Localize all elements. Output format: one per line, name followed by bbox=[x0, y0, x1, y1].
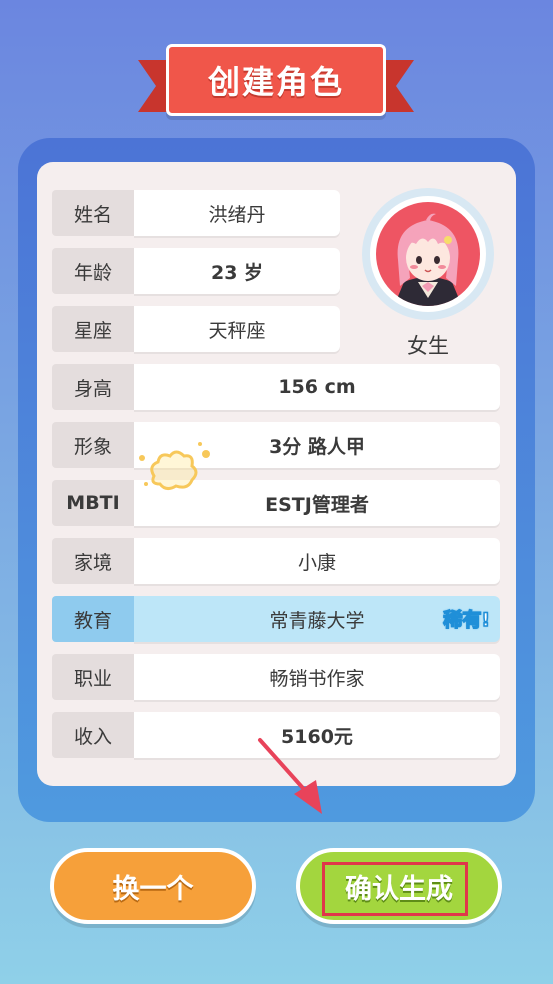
row-value: 畅销书作家 bbox=[134, 654, 500, 700]
row-family: 家境 小康 bbox=[52, 538, 500, 584]
row-label: 家境 bbox=[52, 538, 134, 584]
avatar bbox=[362, 188, 494, 320]
row-education: 教育 常青藤大学 稀有! bbox=[52, 596, 500, 642]
row-age: 年龄 23 岁 bbox=[52, 248, 340, 294]
row-height: 身高 156 cm bbox=[52, 364, 500, 410]
education-value: 常青藤大学 bbox=[269, 609, 365, 632]
row-value: 洪绪丹 bbox=[134, 190, 340, 236]
row-mbti: MBTI ESTJ管理者 bbox=[52, 480, 500, 526]
row-label: 形象 bbox=[52, 422, 134, 468]
row-value: 小康 bbox=[134, 538, 500, 584]
confirm-generate-button[interactable]: 确认生成 bbox=[296, 848, 502, 924]
row-label: 年龄 bbox=[52, 248, 134, 294]
row-value: 156 cm bbox=[134, 364, 500, 410]
gender-label: 女生 bbox=[407, 334, 449, 358]
row-label: 收入 bbox=[52, 712, 134, 758]
row-value: 常青藤大学 稀有! bbox=[134, 596, 500, 642]
pointer-arrow-icon bbox=[258, 738, 322, 814]
girl-character-icon bbox=[394, 213, 462, 306]
sparkle-cloud-icon bbox=[139, 442, 210, 491]
row-label: MBTI bbox=[52, 480, 134, 526]
title-banner: 创建角色 bbox=[138, 44, 414, 126]
row-occupation: 职业 畅销书作家 bbox=[52, 654, 500, 700]
page-title: 创建角色 bbox=[166, 44, 386, 116]
row-value: 23 岁 bbox=[134, 248, 340, 294]
row-label: 星座 bbox=[52, 306, 134, 352]
row-label: 身高 bbox=[52, 364, 134, 410]
row-appearance: 形象 3分 路人甲 bbox=[52, 422, 500, 468]
avatar-portrait bbox=[376, 202, 480, 306]
row-value: 天秤座 bbox=[134, 306, 340, 352]
row-name: 姓名 洪绪丹 bbox=[52, 190, 340, 236]
row-label: 教育 bbox=[52, 596, 134, 642]
row-zodiac: 星座 天秤座 bbox=[52, 306, 340, 352]
row-label: 姓名 bbox=[52, 190, 134, 236]
rare-badge: 稀有! bbox=[443, 608, 491, 632]
swap-button[interactable]: 换一个 bbox=[50, 848, 256, 924]
row-label: 职业 bbox=[52, 654, 134, 700]
